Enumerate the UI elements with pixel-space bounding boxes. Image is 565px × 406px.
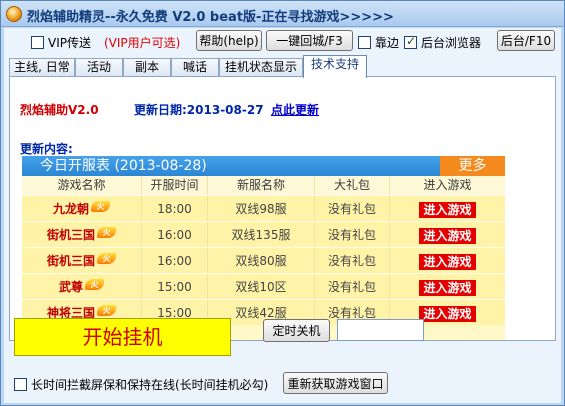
game-name[interactable]: 街机三国 <box>47 254 95 268</box>
server-list-title: 今日开服表 (2013-08-28) <box>40 158 207 174</box>
enter-game-button[interactable]: 进入游戏 <box>419 201 476 218</box>
tab-bar: 主线, 日常 活动 副本 喊话 挂机状态显示 技术支持 <box>9 55 559 78</box>
open-time: 18:00 <box>142 196 208 221</box>
open-time: 15:00 <box>142 274 208 299</box>
col-gift: 大礼包 <box>315 176 390 195</box>
keep-online-checkbox[interactable]: 长时间拦截屏保和保持在线(长时间挂机必勾) <box>14 376 268 393</box>
col-server-name: 新服名称 <box>208 176 315 195</box>
server-list-header: 今日开服表 (2013-08-28) 更多 <box>22 156 505 176</box>
tab-idle-status[interactable]: 挂机状态显示 <box>219 58 303 77</box>
vip-send-checkbox[interactable]: VIP传送 <box>31 34 91 51</box>
enter-game-cell: 进入游戏 <box>390 274 505 299</box>
more-button[interactable]: 更多 <box>440 156 505 176</box>
timer-shutdown-button[interactable]: 定时关机 <box>263 319 330 342</box>
open-time: 16:00 <box>142 222 208 247</box>
version-label: 烈焰辅助V2.0 <box>20 103 99 117</box>
start-idle-button[interactable]: 开始挂机 <box>14 318 231 356</box>
help-button[interactable]: 帮助(help) <box>196 30 262 51</box>
enter-game-button[interactable]: 进入游戏 <box>419 227 476 244</box>
server-name: 双线98服 <box>208 196 315 221</box>
server-row: 九龙朝火 18:00 双线98服 没有礼包 进入游戏 <box>22 195 505 221</box>
tab-main-daily[interactable]: 主线, 日常 <box>9 58 75 77</box>
open-time: 16:00 <box>142 248 208 273</box>
edge-label: 靠边 <box>375 36 400 50</box>
refresh-game-window-button[interactable]: 重新获取游戏窗口 <box>283 372 388 394</box>
gift-status: 没有礼包 <box>315 274 390 299</box>
game-name-cell[interactable]: 武尊火 <box>22 274 142 299</box>
game-name-cell[interactable]: 九龙朝火 <box>22 196 142 221</box>
app-window: 烈焰辅助精灵--永久免费 V2.0 beat版-正在寻找游戏>>>>> VIP传… <box>0 0 565 406</box>
game-name[interactable]: 九龙朝 <box>53 202 89 216</box>
game-name[interactable]: 街机三国 <box>47 228 95 242</box>
server-column-headers: 游戏名称 开服时间 新服名称 大礼包 进入游戏 <box>22 176 505 195</box>
col-open-time: 开服时间 <box>142 176 208 195</box>
server-row: 街机三国火 16:00 双线80服 没有礼包 进入游戏 <box>22 247 505 273</box>
update-date: 更新日期:2013-08-27 <box>134 103 264 117</box>
server-name: 双线135服 <box>208 222 315 247</box>
gift-status: 没有礼包 <box>315 248 390 273</box>
gift-status: 没有礼包 <box>315 222 390 247</box>
vip-send-checkbox-box[interactable] <box>31 36 44 49</box>
server-row: 街机三国火 16:00 双线135服 没有礼包 进入游戏 <box>22 221 505 247</box>
flame-app-icon <box>6 6 22 22</box>
background-browser-checkbox-box[interactable] <box>404 34 417 49</box>
col-enter-game: 进入游戏 <box>423 178 472 192</box>
game-name-cell[interactable]: 街机三国火 <box>22 222 142 247</box>
edge-checkbox[interactable]: 靠边 <box>358 34 399 51</box>
return-city-button[interactable]: 一键回城/F3 <box>266 30 353 51</box>
changes-label: 更新内容: <box>20 142 73 156</box>
vip-send-label: VIP传送 <box>48 36 91 50</box>
vip-note: (VIP用户可选) <box>104 36 181 50</box>
server-row: 武尊火 15:00 双线10区 没有礼包 进入游戏 <box>22 273 505 299</box>
server-name: 双线10区 <box>208 274 315 299</box>
keep-online-label: 长时间拦截屏保和保持在线(长时间挂机必勾) <box>31 378 269 392</box>
gift-status: 没有礼包 <box>315 196 390 221</box>
hot-fire-icon: 火 <box>91 201 110 212</box>
keep-online-checkbox-box[interactable] <box>14 378 27 391</box>
background-browser-checkbox[interactable]: 后台浏览器 <box>404 34 481 51</box>
game-name[interactable]: 武尊 <box>59 280 83 294</box>
hot-fire-icon: 火 <box>97 227 116 238</box>
edge-checkbox-box[interactable] <box>358 36 371 49</box>
tab-tech-support[interactable]: 技术支持 <box>303 55 367 78</box>
server-name: 双线80服 <box>208 248 315 273</box>
window-title: 烈焰辅助精灵--永久免费 V2.0 beat版-正在寻找游戏>>>>> <box>27 10 394 25</box>
hot-fire-icon: 火 <box>97 305 116 316</box>
server-list: 今日开服表 (2013-08-28) 更多 游戏名称 开服时间 新服名称 大礼包… <box>22 156 505 340</box>
client-area: VIP传送 (VIP用户可选) 帮助(help) 一键回城/F3 靠边 后台浏览… <box>4 28 561 403</box>
col-game-name: 游戏名称 <box>22 176 142 195</box>
hot-fire-icon: 火 <box>97 253 116 264</box>
title-bar: 烈焰辅助精灵--永久免费 V2.0 beat版-正在寻找游戏>>>>> <box>1 1 564 27</box>
background-browser-label: 后台浏览器 <box>421 36 482 50</box>
update-link[interactable]: 点此更新 <box>271 101 319 118</box>
tab-dungeon[interactable]: 副本 <box>123 58 171 77</box>
hot-fire-icon: 火 <box>85 279 104 290</box>
tab-shout[interactable]: 喊话 <box>171 58 219 77</box>
enter-game-button[interactable]: 进入游戏 <box>419 279 476 296</box>
game-name-cell[interactable]: 街机三国火 <box>22 248 142 273</box>
enter-game-button[interactable]: 进入游戏 <box>419 305 476 322</box>
background-button[interactable]: 后台/F10 <box>497 30 555 51</box>
enter-game-button[interactable]: 进入游戏 <box>419 253 476 270</box>
enter-game-cell: 进入游戏 <box>390 222 505 247</box>
tab-events[interactable]: 活动 <box>75 58 123 77</box>
enter-game-cell: 进入游戏 <box>390 248 505 273</box>
tech-support-panel: 烈焰辅助V2.0 更新日期:2013-08-27 点此更新 更新内容: 今日开服… <box>9 76 556 341</box>
shutdown-time-input[interactable] <box>337 319 424 341</box>
enter-game-cell: 进入游戏 <box>390 196 505 221</box>
